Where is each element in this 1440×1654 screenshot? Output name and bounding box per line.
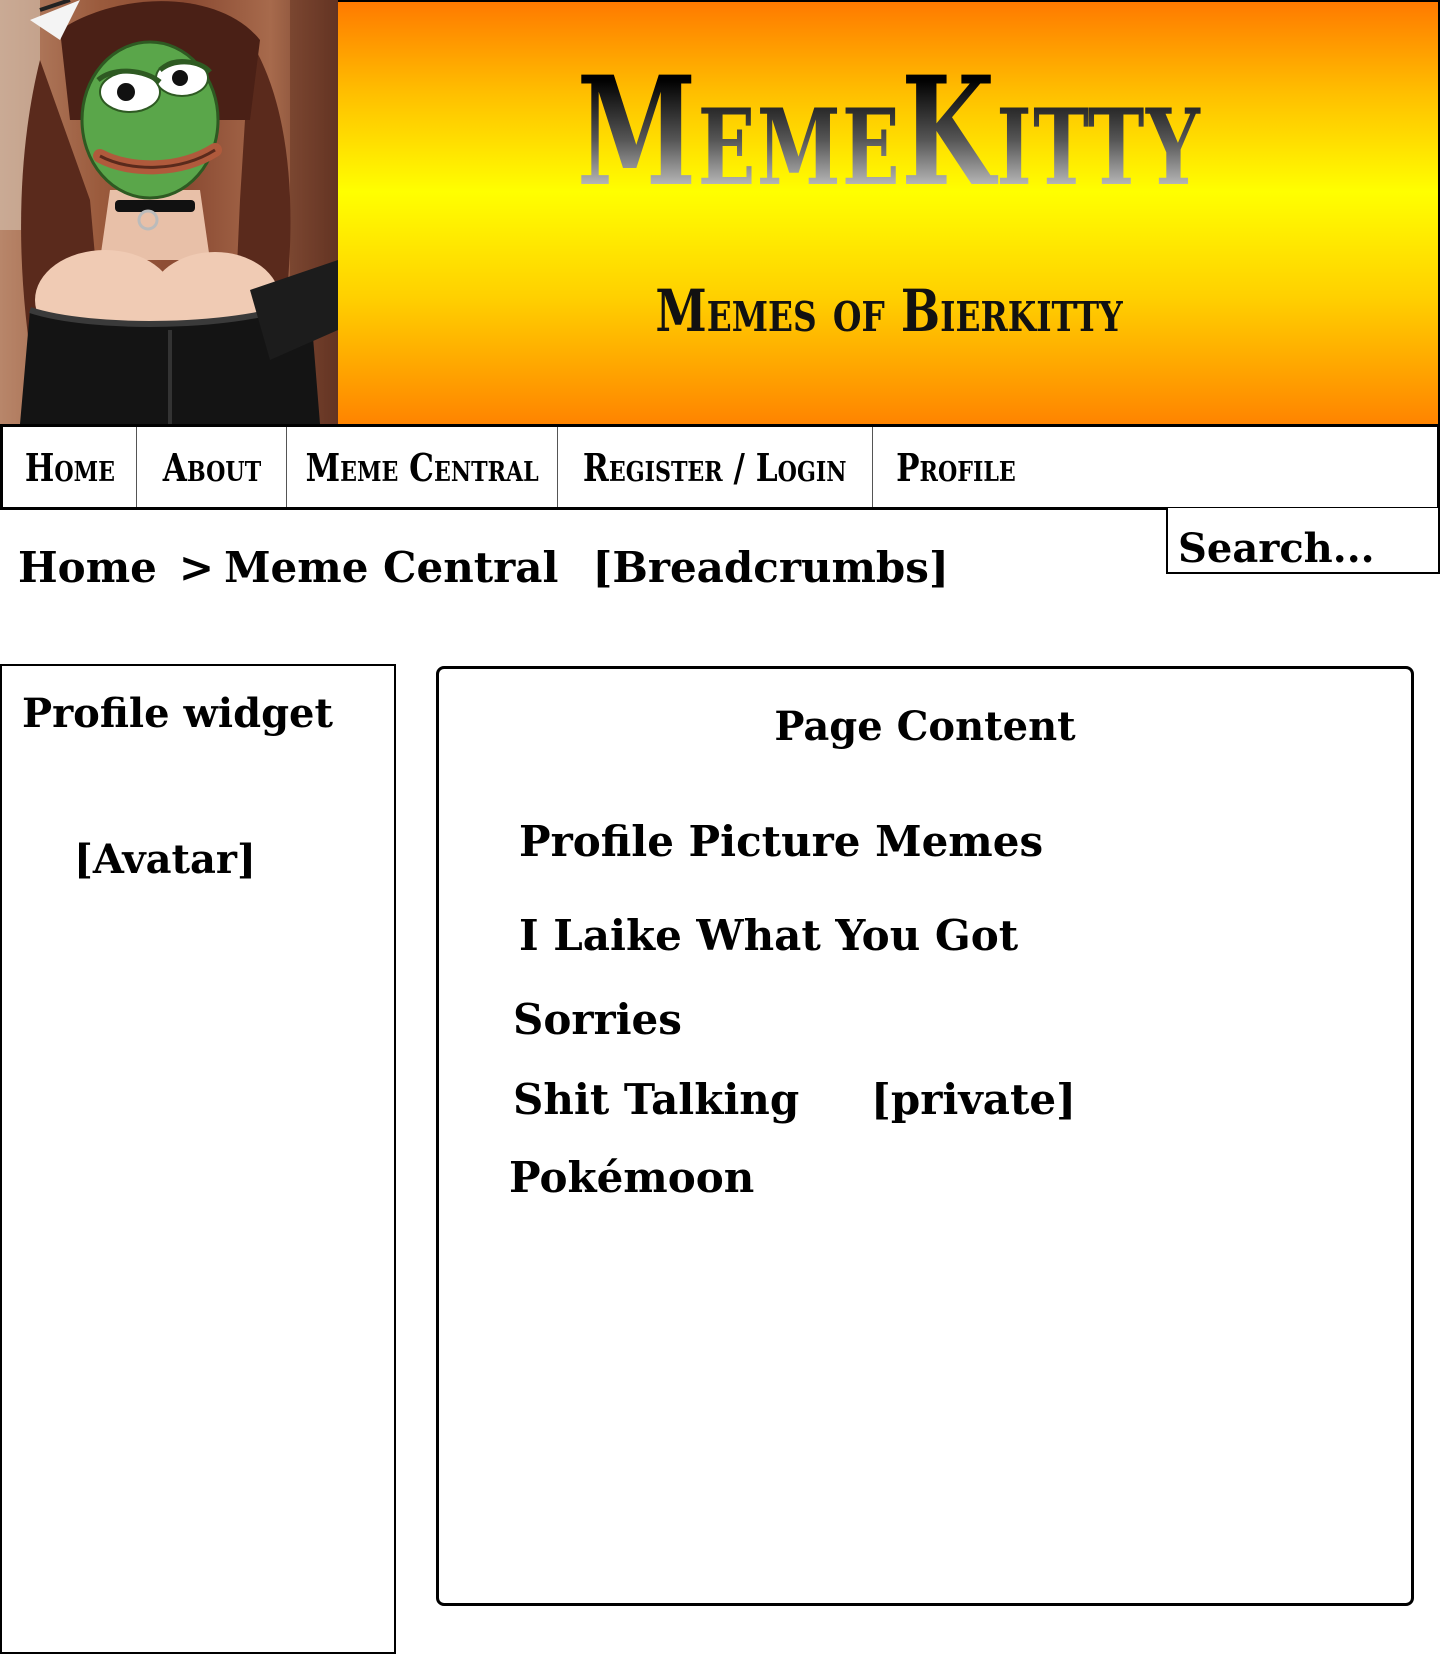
site-title[interactable]: MemeKitty <box>492 57 1285 207</box>
nav-meme-central[interactable]: Meme Central <box>287 427 558 507</box>
profile-widget-title: Profile widget <box>22 690 333 737</box>
avatar[interactable]: [Avatar] <box>74 836 256 883</box>
breadcrumb: Home > Meme Central [Breadcrumbs] <box>18 542 949 592</box>
profile-widget: Profile widget [Avatar] <box>0 664 396 1654</box>
nav-register-login[interactable]: Register / Login <box>558 427 873 507</box>
private-badge: [private] <box>871 1075 1076 1124</box>
breadcrumb-note: [Breadcrumbs] <box>592 542 949 592</box>
category-profile-picture-memes[interactable]: Profile Picture Memes <box>519 817 1043 866</box>
nav-register-login-label: Register / Login <box>583 444 847 490</box>
nav-home[interactable]: Home <box>3 427 137 507</box>
breadcrumb-home[interactable]: Home <box>18 543 157 592</box>
site-header: MemeKitty Memes of Bierkitty <box>0 0 1440 424</box>
page-content-title: Page Content <box>774 703 1076 750</box>
nav-about-label: About <box>162 444 261 490</box>
nav-meme-central-label: Meme Central <box>305 444 539 490</box>
nav-home-label: Home <box>24 444 115 490</box>
breadcrumb-current[interactable]: Meme Central <box>224 543 558 592</box>
nav-about[interactable]: About <box>137 427 287 507</box>
category-pokemoon[interactable]: Pokémoon <box>509 1153 754 1202</box>
nav-profile-label: Profile <box>896 444 1016 490</box>
category-i-laike-what-you-got[interactable]: I Laike What You Got <box>519 911 1018 960</box>
category-shit-talking[interactable]: Shit Talking <box>513 1075 799 1124</box>
header-banner: MemeKitty Memes of Bierkitty <box>338 0 1440 424</box>
category-sorries[interactable]: Sorries <box>513 995 682 1044</box>
frog-face-photo-illustration <box>0 0 338 424</box>
search-input[interactable] <box>1166 508 1440 574</box>
nav-profile[interactable]: Profile <box>873 427 1073 507</box>
header-photo <box>0 0 338 424</box>
page-content: Page Content Profile Picture Memes I Lai… <box>436 666 1414 1606</box>
site-subtitle: Memes of Bierkitty <box>655 277 1123 345</box>
breadcrumb-separator: > <box>178 542 215 592</box>
main-nav: Home About Meme Central Register / Login… <box>0 424 1440 510</box>
